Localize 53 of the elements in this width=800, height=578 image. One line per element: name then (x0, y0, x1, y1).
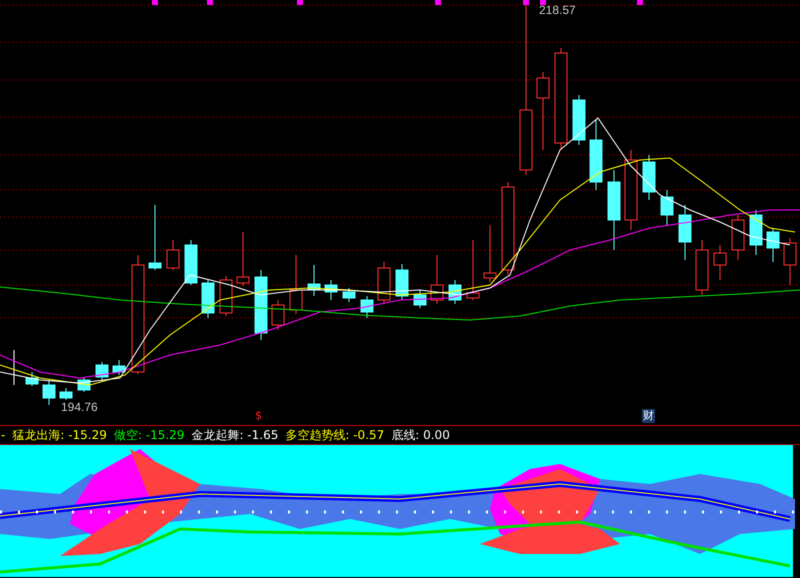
candlestick (42, 380, 56, 406)
event-marker (523, 0, 529, 5)
candlestick (308, 264, 320, 296)
candlestick (448, 280, 462, 304)
candlestick (766, 228, 780, 262)
candlestick (784, 238, 796, 286)
dollar-marker: $ (255, 410, 262, 422)
event-marker (540, 0, 546, 5)
candlestick (360, 296, 374, 318)
legend-item: 做空: -15.29 (114, 426, 184, 444)
candlestick (396, 264, 408, 300)
high-price-label: 218.57 (539, 3, 576, 17)
candlestick (660, 190, 674, 226)
legend-marker: - (1, 428, 6, 442)
low-price-label: 194.76 (61, 400, 98, 414)
event-marker (207, 0, 213, 5)
candlestick (112, 360, 126, 376)
candlestick (236, 232, 250, 286)
candlestick (148, 204, 162, 270)
candlestick (714, 244, 726, 280)
candlestick (696, 240, 708, 296)
candlestick (414, 290, 426, 308)
event-marker (152, 0, 158, 5)
candlestick (254, 270, 268, 340)
candlestick (272, 300, 284, 330)
candlestick (342, 288, 356, 302)
candlestick (484, 224, 496, 282)
event-badge: 财 (642, 409, 655, 423)
candlestick (466, 240, 480, 300)
event-marker (297, 0, 303, 5)
candlestick (166, 240, 180, 270)
legend-item: 猛龙出海: -15.29 (12, 426, 107, 444)
candlestick (324, 280, 338, 300)
legend-item: 金龙起舞: -1.65 (191, 426, 278, 444)
candlestick (378, 262, 390, 304)
candlestick (430, 254, 444, 304)
candlestick (184, 240, 198, 286)
legend-item: 多空趋势线: -0.57 (285, 426, 384, 444)
candlestick (642, 154, 656, 200)
candlestick (590, 120, 602, 190)
candlestick (750, 210, 762, 256)
candlestick (290, 254, 302, 314)
event-marker (435, 0, 441, 5)
candlestick (220, 276, 232, 316)
candlestick (732, 214, 744, 260)
candlestick (572, 94, 586, 146)
candlestick (60, 388, 72, 400)
event-marker (637, 0, 643, 5)
candlestick (96, 362, 108, 380)
candlestick (678, 204, 692, 260)
legend-item: 底线: 0.00 (391, 426, 450, 444)
candlestick (202, 280, 214, 318)
candlestick (26, 372, 38, 386)
